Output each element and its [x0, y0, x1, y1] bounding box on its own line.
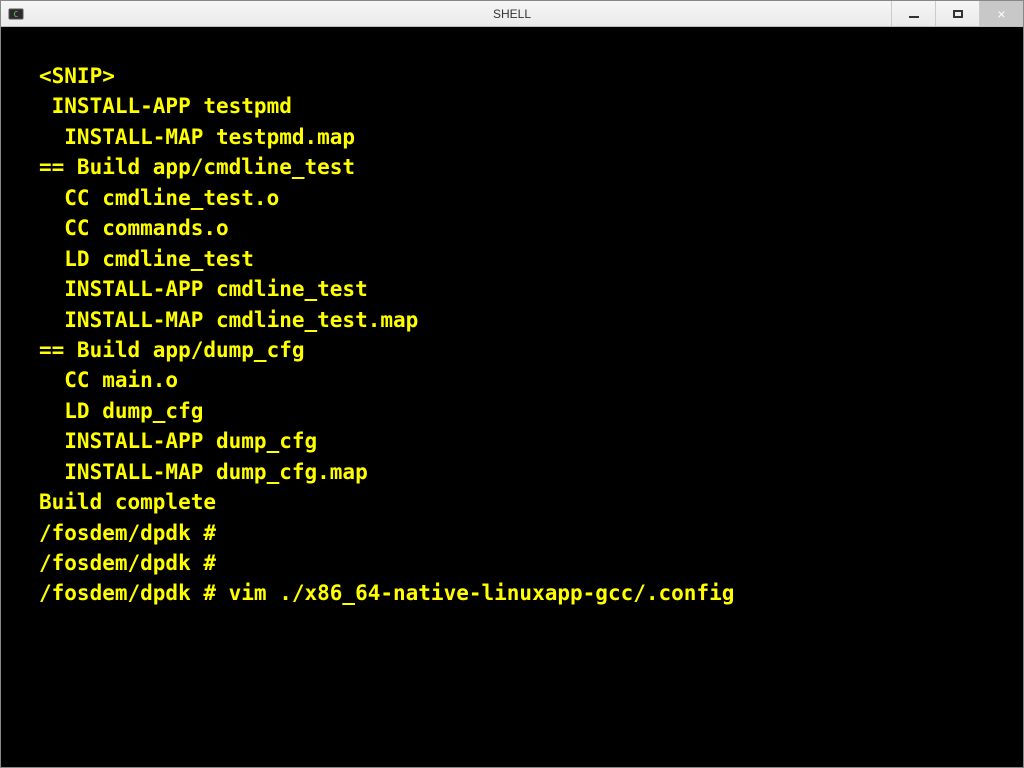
titlebar[interactable]: C SHELL × [1, 1, 1023, 27]
maximize-button[interactable] [935, 1, 979, 26]
close-button[interactable]: × [979, 1, 1023, 26]
window-controls: × [891, 1, 1023, 26]
maximize-icon [953, 10, 963, 18]
minimize-icon [909, 16, 919, 18]
application-window: C SHELL × <SNIP> INSTALL-APP testpmd INS… [0, 0, 1024, 768]
close-icon: × [997, 7, 1005, 21]
terminal-output[interactable]: <SNIP> INSTALL-APP testpmd INSTALL-MAP t… [1, 27, 1023, 767]
window-title: SHELL [1, 7, 1023, 21]
svg-text:C: C [14, 10, 19, 19]
minimize-button[interactable] [891, 1, 935, 26]
app-icon: C [7, 5, 25, 23]
